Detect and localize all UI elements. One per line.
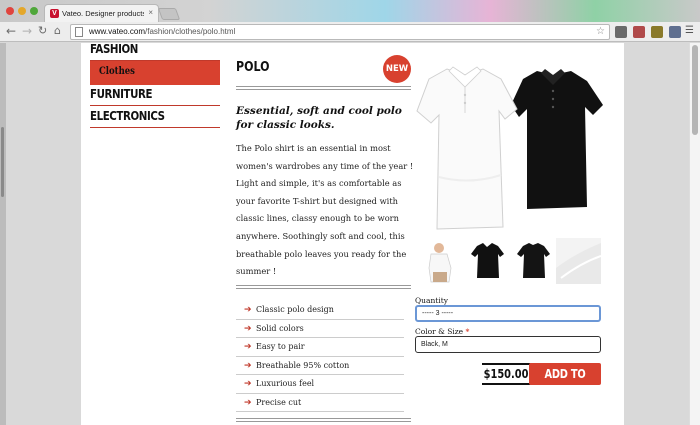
arrow-right-icon: ➔ — [244, 397, 252, 408]
vateo-favicon-icon: V — [50, 9, 59, 18]
sidebar-item-clothes[interactable]: Clothes — [90, 61, 220, 85]
extension-icon[interactable] — [633, 26, 645, 38]
minimize-window-button[interactable] — [18, 7, 26, 15]
double-divider — [236, 86, 411, 90]
list-item: ➔ Luxurious feel — [236, 375, 404, 394]
url-text: www.vateo.com/fashion/clothes/polo.html — [89, 27, 236, 36]
back-arrow-icon[interactable]: ← — [6, 24, 16, 38]
thumbnail-white-polo[interactable] — [419, 238, 464, 284]
required-mark: * — [465, 327, 470, 336]
close-window-button[interactable] — [6, 7, 14, 15]
feature-list: ➔ Classic polo design ➔ Solid colors ➔ Easy… — [236, 301, 404, 412]
thumbnail-fabric-detail[interactable] — [556, 238, 601, 284]
list-item: ➔ Classic polo design — [236, 301, 404, 320]
browser-toolbar: ← → ↻ ⌂ www.vateo.com/fashion/clothes/po… — [0, 22, 700, 42]
list-item: ➔ Solid colors — [236, 320, 404, 338]
product-description: The Polo shirt is an essential in most w… — [236, 143, 414, 277]
reload-icon[interactable]: ↻ — [38, 24, 47, 38]
divider — [90, 105, 220, 106]
thumbnail-black-polo-back[interactable] — [511, 238, 556, 284]
arrow-right-icon: ➔ — [244, 379, 252, 389]
product-tagline: Essential, soft and cool polo for classi… — [236, 105, 402, 131]
home-icon[interactable]: ⌂ — [54, 24, 61, 38]
product-page: FASHION Clothes FURNITURE ELECTRONICS PO… — [81, 41, 624, 425]
thumbnail-black-polo-front[interactable] — [465, 238, 510, 284]
menu-icon[interactable]: ☰ — [685, 25, 694, 36]
panel-handle[interactable] — [1, 127, 4, 197]
sidebar-item-label: Clothes — [99, 66, 135, 77]
color-size-select[interactable]: Black, M — [415, 336, 601, 353]
forward-arrow-icon[interactable]: → — [22, 24, 32, 38]
quantity-label: Quantity — [415, 296, 448, 305]
list-item: ➔ Precise cut — [236, 394, 404, 412]
address-bar[interactable]: www.vateo.com/fashion/clothes/polo.html … — [70, 24, 610, 40]
shield-extension-icon[interactable] — [669, 26, 681, 38]
add-to-cart-button[interactable]: ADD TO CART — [529, 363, 601, 403]
page-icon — [75, 27, 83, 37]
sidebar-item-furniture[interactable]: FURNITURE — [90, 86, 153, 101]
page-scrollbar[interactable] — [689, 43, 700, 425]
divider — [90, 127, 220, 128]
tab-title: Vateo. Designer products — [62, 9, 144, 18]
double-divider — [236, 285, 411, 289]
arrow-right-icon: ➔ — [244, 342, 252, 352]
arrow-right-icon: ➔ — [244, 305, 252, 315]
sidebar-item-electronics[interactable]: ELECTRONICS — [90, 108, 165, 123]
scroll-thumb[interactable] — [692, 45, 698, 135]
left-panel-edge — [0, 43, 6, 425]
extension-icon[interactable] — [615, 26, 627, 38]
arrow-right-icon: ➔ — [244, 360, 252, 371]
arrow-right-icon: ➔ — [244, 323, 252, 334]
product-price: $150.00 — [482, 363, 531, 385]
product-hero-image — [416, 66, 603, 230]
tab-close-icon[interactable]: × — [148, 8, 153, 17]
double-divider — [236, 418, 411, 422]
new-badge: NEW — [383, 55, 411, 83]
sidebar-item-fashion[interactable]: FASHION — [90, 41, 138, 56]
new-tab-button[interactable] — [157, 8, 181, 20]
list-item: ➔ Breathable 95% cotton — [236, 357, 404, 375]
bookmark-star-icon[interactable]: ☆ — [596, 25, 605, 39]
product-title: POLO — [236, 60, 270, 75]
extension-icon[interactable] — [651, 26, 663, 38]
list-item: ➔ Easy to pair — [236, 338, 404, 357]
browser-tab[interactable]: V Vateo. Designer products × — [44, 4, 159, 22]
browser-titlebar: V Vateo. Designer products × — [0, 0, 700, 22]
quantity-select[interactable]: ----- 3 ----- — [415, 305, 601, 322]
zoom-window-button[interactable] — [30, 7, 38, 15]
color-size-label: Color & Size * — [415, 327, 470, 336]
